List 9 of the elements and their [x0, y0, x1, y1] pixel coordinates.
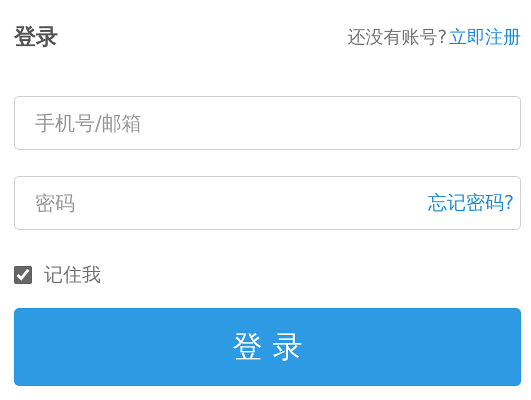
signup-link[interactable]: 立即注册 — [449, 25, 521, 49]
remember-label: 记住我 — [44, 263, 101, 288]
login-button[interactable]: 登 录 — [14, 308, 521, 386]
remember-checkbox[interactable] — [14, 266, 32, 284]
password-field[interactable]: 密码 忘记密码? — [14, 176, 521, 230]
forgot-password-link[interactable]: 忘记密码? — [428, 190, 514, 216]
login-title: 登录 — [14, 24, 58, 52]
account-field[interactable]: 手机号/邮箱 — [14, 96, 521, 150]
signup-prompt: 还没有账号? — [347, 26, 447, 49]
